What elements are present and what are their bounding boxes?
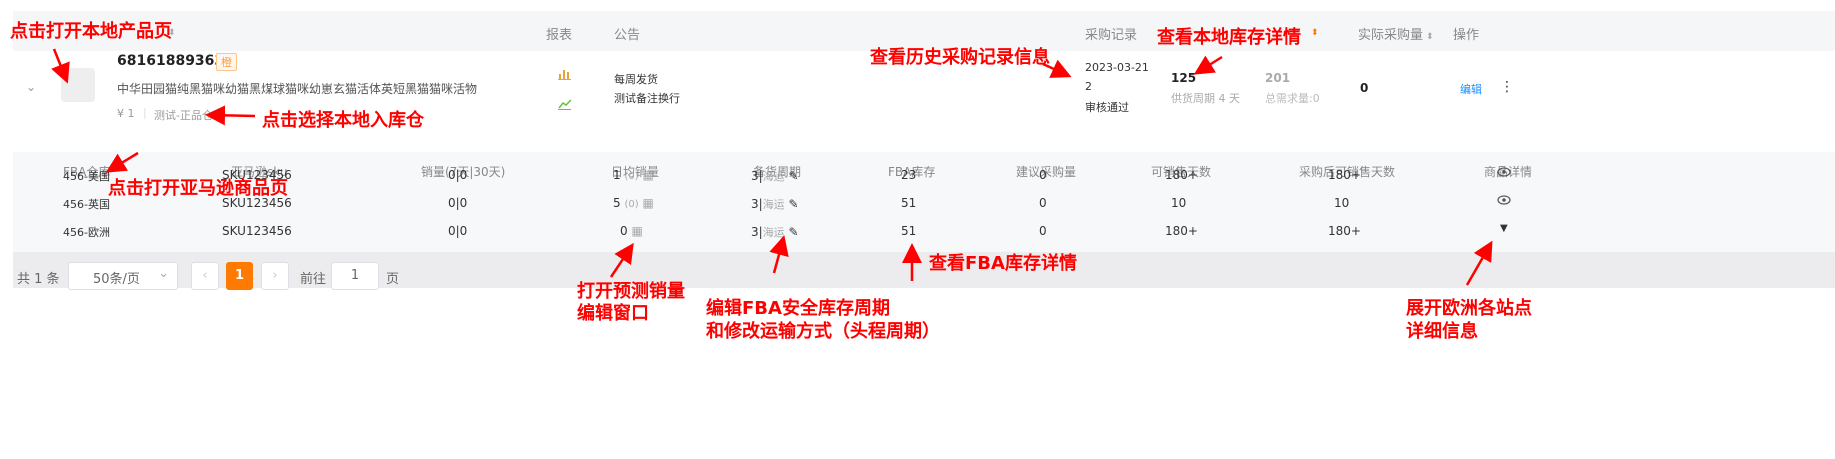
annotation-fba-cycle-2: 和修改运输方式（头程周期） [706, 321, 940, 342]
annotation-local-stock: 查看本地库存详情 [1157, 27, 1301, 48]
chevron-down-icon: ⌄ [158, 266, 169, 281]
edit-icon: ✎ [788, 197, 799, 211]
annotation-fba-stock: 查看FBA库存详情 [929, 253, 1077, 274]
row-cycle[interactable]: 3|海运 ✎ [751, 168, 799, 184]
sort-icon-suggest[interactable]: ⬍ [1308, 24, 1319, 39]
row-warehouse[interactable]: 456-英国 [63, 196, 110, 212]
edit-link[interactable]: 编辑 [1460, 81, 1482, 97]
purchase-date-cont: 2 [1085, 80, 1092, 93]
row-daily[interactable]: 1 (0) ▦ [613, 168, 654, 182]
row-after: 180+ [1328, 224, 1361, 238]
row-days: 180+ [1165, 224, 1198, 238]
local-stock[interactable]: 125 [1171, 71, 1196, 85]
divider: | [143, 106, 147, 119]
calendar-icon: ▦ [642, 168, 654, 182]
trend-chart-icon[interactable] [558, 95, 572, 114]
annotation-choose-warehouse: 点击选择本地入库仓 [262, 110, 424, 131]
row-sales: 0|0 [448, 168, 468, 182]
row-after: 10 [1334, 196, 1350, 210]
row-sales: 0|0 [448, 224, 468, 238]
page-suffix: 页 [386, 272, 400, 287]
row-suggest: 0 [1039, 168, 1047, 182]
col-report: 报表 [546, 28, 573, 43]
total-demand: 总需求量:0 [1265, 92, 1320, 105]
product-price: ¥ 1 [117, 107, 135, 120]
product-name[interactable]: 中华田园猫纯黑猫咪幼猫黑煤球猫咪幼崽玄猫活体英短黑猫猫咪活物 [117, 80, 477, 97]
supply-cycle: 供货周期 4 天 [1171, 92, 1240, 105]
annotation-eu-2: 详细信息 [1406, 321, 1478, 342]
row-sales: 0|0 [448, 196, 468, 210]
goto-label: 前往 [300, 272, 327, 287]
pager-total: 共 1 条 [17, 272, 60, 287]
calendar-icon: ▦ [642, 196, 654, 210]
notice-line-1: 每周发货 [614, 73, 658, 86]
purchase-date[interactable]: 2023-03-21 [1085, 61, 1149, 74]
annotation-open-amazon: 点击打开亚马逊商品页 [108, 178, 288, 199]
next-page-button[interactable]: › [261, 262, 289, 290]
edit-icon: ✎ [788, 225, 799, 239]
row-cycle[interactable]: 3|海运 ✎ [751, 224, 799, 240]
notice-line-2: 测试备注换行 [614, 92, 680, 105]
col-purchase-record: 采购记录 [1085, 28, 1138, 43]
purchase-status: 审核通过 [1085, 101, 1129, 114]
eye-icon[interactable] [1497, 194, 1511, 208]
col-actual-qty[interactable]: 实际采购量 ⬍ [1358, 24, 1434, 43]
prev-page-button[interactable]: ‹ [191, 262, 219, 290]
row-fba[interactable]: 51 [901, 224, 916, 238]
row-warehouse[interactable]: 456-欧洲 [63, 224, 110, 240]
row-sku: SKU123456 [222, 224, 292, 238]
warehouse-select[interactable]: 测试-正品仓 [154, 107, 213, 123]
calendar-icon: ▦ [631, 224, 643, 238]
product-thumbnail[interactable] [61, 68, 95, 102]
row-suggest: 0 [1039, 224, 1047, 238]
col-ops: 操作 [1453, 28, 1480, 43]
edit-icon: ✎ [788, 169, 799, 183]
caret-down-icon[interactable]: ▼ [1500, 223, 1508, 234]
annotation-open-local: 点击打开本地产品页 [10, 21, 172, 42]
row-fba[interactable]: 23 [901, 168, 916, 182]
row-daily[interactable]: 5 (0) ▦ [613, 196, 654, 210]
row-warehouse[interactable]: 456-美国 [63, 168, 110, 184]
bar-chart-icon[interactable] [558, 65, 572, 84]
row-cycle[interactable]: 3|海运 ✎ [751, 196, 799, 212]
expand-chevron-icon[interactable]: ⌄ [26, 80, 36, 94]
page-1-button[interactable]: 1 [226, 262, 253, 290]
actual-qty: 0 [1360, 81, 1369, 95]
row-after: 180+ [1328, 168, 1361, 182]
suggest-qty: 201 [1265, 71, 1291, 85]
annotation-history: 查看历史采购记录信息 [870, 47, 1050, 68]
page-size-select[interactable]: 50条/页 ⌄ [68, 262, 178, 290]
goto-page-input[interactable]: 1 [331, 262, 379, 290]
row-days: 10 [1171, 196, 1187, 210]
product-tag: 橙 [216, 53, 237, 71]
annotation-forecast-2: 编辑窗口 [577, 303, 649, 324]
row-days: 180+ [1165, 168, 1198, 182]
row-daily[interactable]: 0 ▦ [620, 224, 643, 238]
eye-icon[interactable] [1497, 166, 1511, 180]
row-suggest: 0 [1039, 196, 1047, 210]
more-icon[interactable]: ⋮ [1500, 79, 1514, 95]
row-fba[interactable]: 51 [901, 196, 916, 210]
col-notice: 公告 [614, 28, 641, 43]
